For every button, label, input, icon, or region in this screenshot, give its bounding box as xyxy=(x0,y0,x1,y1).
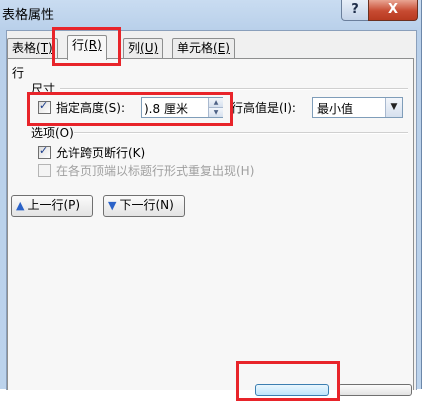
options-group-divider xyxy=(74,132,408,134)
prev-row-button[interactable]: ▲ 上一行(P) xyxy=(11,195,93,217)
tab-column-label: 列 xyxy=(128,41,141,55)
next-row-button[interactable]: ▼ 下一行(N) xyxy=(103,195,185,217)
cancel-button[interactable] xyxy=(338,384,412,396)
background-strip xyxy=(422,0,431,389)
repeat-header-label: 在各页顶端以标题行形式重复出现(H) xyxy=(56,164,255,178)
help-button[interactable]: ? xyxy=(341,0,369,21)
tab-cell-label: 单元格 xyxy=(177,41,214,55)
spin-up-icon[interactable]: ▲ xyxy=(208,98,223,108)
spinner-buttons: ▲ ▼ xyxy=(208,98,223,117)
size-group-divider xyxy=(60,88,408,90)
allow-break-label: 允许跨页断行(K) xyxy=(56,146,146,160)
allow-break-checkbox[interactable] xyxy=(38,144,51,159)
ok-button[interactable] xyxy=(255,384,329,396)
tab-cell-key: (E) xyxy=(213,41,230,55)
up-arrow-icon: ▲ xyxy=(16,199,25,212)
size-group-label: 尺寸 xyxy=(31,82,56,96)
specify-height-checkbox[interactable] xyxy=(38,99,51,114)
height-rule-value: 最小值 xyxy=(317,102,354,116)
tab-row[interactable]: 行(R) xyxy=(67,35,107,60)
specify-height-label: 指定高度(S): xyxy=(56,101,126,115)
tab-column-key: (U) xyxy=(140,41,159,55)
tab-table[interactable]: 表格(T) xyxy=(7,38,58,59)
repeat-header-checkbox[interactable] xyxy=(38,164,51,177)
tab-column[interactable]: 列(U) xyxy=(123,38,164,59)
height-spinner[interactable]: ).8 厘米 ▲ ▼ xyxy=(141,97,223,118)
close-button[interactable]: X xyxy=(368,0,418,21)
window-title: 表格属性 xyxy=(2,8,55,23)
chevron-down-icon[interactable]: ▼ xyxy=(385,98,402,117)
tab-table-label: 表格 xyxy=(12,41,37,55)
prev-row-label: 上一行(P) xyxy=(27,198,81,212)
height-value: ).8 厘米 xyxy=(144,102,188,116)
section-title: 行 xyxy=(12,66,25,80)
height-rule-select[interactable]: 最小值 ▼ xyxy=(312,97,403,118)
down-arrow-icon: ▼ xyxy=(108,199,117,212)
tab-cell[interactable]: 单元格(E) xyxy=(172,38,235,59)
next-row-label: 下一行(N) xyxy=(119,198,174,212)
height-rule-label: 行高值是(I): xyxy=(231,101,296,115)
tab-table-key: (T) xyxy=(36,41,53,55)
title-bar[interactable]: 表格属性 ? X xyxy=(0,0,421,30)
spin-down-icon[interactable]: ▼ xyxy=(208,108,223,117)
tab-row-label: 行 xyxy=(72,38,85,52)
options-group-label: 选项(O) xyxy=(31,126,74,140)
tab-row-key: (R) xyxy=(84,38,102,52)
